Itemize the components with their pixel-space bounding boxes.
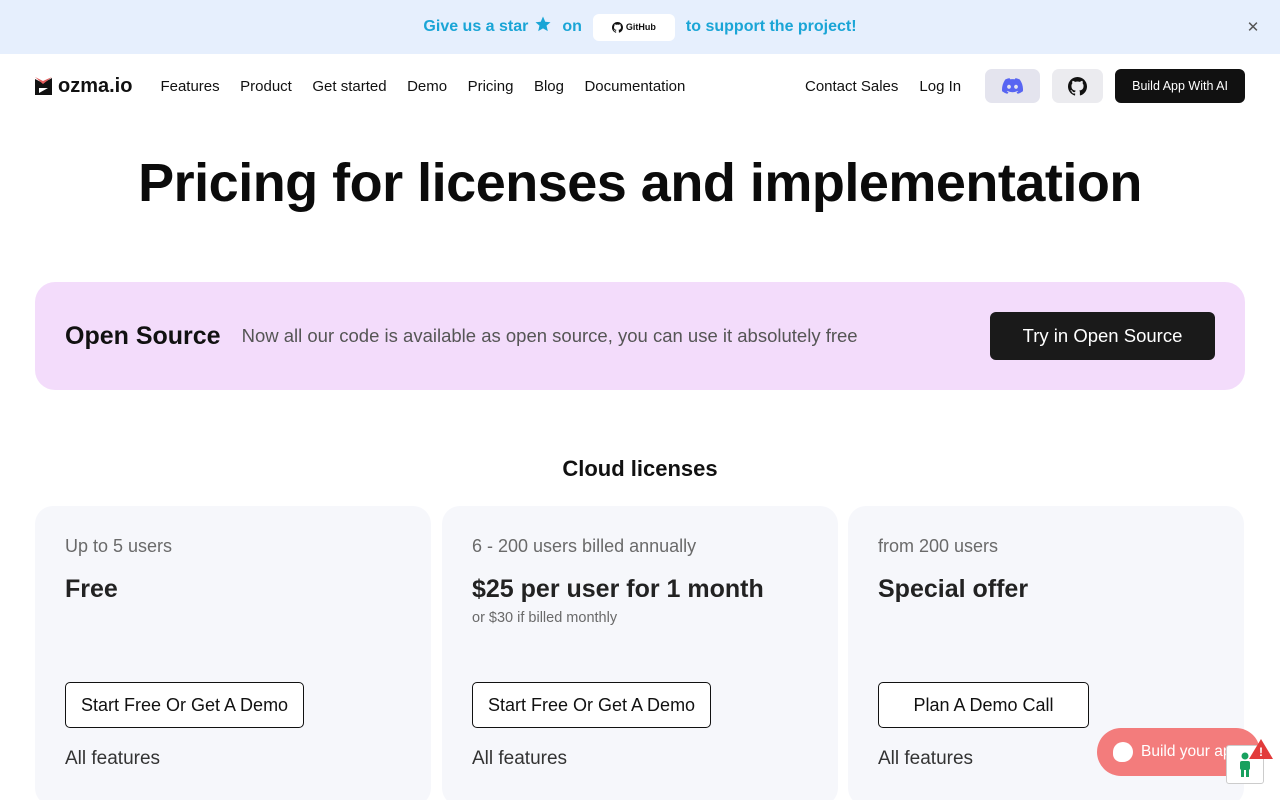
- open-source-description: Now all our code is available as open so…: [241, 325, 858, 346]
- try-open-source-button[interactable]: Try in Open Source: [990, 312, 1215, 360]
- nav-link-blog[interactable]: Blog: [534, 78, 564, 95]
- discord-icon: [1002, 78, 1024, 94]
- logo-text: ozma.io: [58, 74, 133, 97]
- card-users: Up to 5 users: [65, 536, 173, 556]
- plan-demo-call-button[interactable]: Plan A Demo Call: [878, 682, 1089, 728]
- contact-sales-link[interactable]: Contact Sales: [805, 78, 898, 95]
- nav-links: Features Product Get started Demo Pricin…: [160, 78, 705, 95]
- star-icon: [534, 15, 552, 39]
- card-price: $25 per user for 1 month: [472, 575, 764, 603]
- ozma-logo-icon: [35, 77, 52, 95]
- banner-text-after: to support the project!: [685, 18, 857, 35]
- pricing-card-standard: 6 - 200 users billed annually $25 per us…: [442, 506, 838, 800]
- build-app-with-ai-button[interactable]: Build App With AI: [1115, 69, 1245, 103]
- pricing-card-free: Up to 5 users Free Start Free Or Get A D…: [35, 506, 431, 800]
- start-free-button[interactable]: Start Free Or Get A Demo: [65, 682, 305, 728]
- banner-message: Give us a star on GitHub to support the …: [423, 13, 857, 41]
- card-features: All features: [472, 748, 568, 769]
- card-features: All features: [878, 748, 974, 769]
- nav-link-get-started[interactable]: Get started: [312, 78, 386, 95]
- open-source-title: Open Source: [65, 321, 221, 350]
- nav-link-pricing[interactable]: Pricing: [468, 78, 514, 95]
- github-mark-icon: [611, 21, 623, 33]
- nav-link-features[interactable]: Features: [160, 78, 219, 95]
- nav-actions: Contact Sales Log In Build App With AI: [805, 69, 1245, 103]
- github-badge-label: GitHub: [625, 22, 656, 32]
- banner-text-before: Give us a star: [423, 18, 529, 35]
- discord-button[interactable]: [985, 69, 1041, 103]
- announcement-banner: Give us a star on GitHub to support the …: [0, 0, 1280, 54]
- close-banner-button[interactable]: ✕: [1242, 16, 1264, 38]
- nav-link-documentation[interactable]: Documentation: [584, 78, 685, 95]
- close-icon: ✕: [1246, 19, 1260, 36]
- github-badge[interactable]: GitHub: [592, 13, 675, 41]
- page-title: Pricing for licenses and implementation: [138, 153, 1142, 213]
- cloud-licenses-title: Cloud licenses: [562, 456, 718, 481]
- warning-icon: !: [1249, 739, 1273, 759]
- start-free-button[interactable]: Start Free Or Get A Demo: [472, 682, 712, 728]
- logo[interactable]: ozma.io: [35, 75, 132, 98]
- chat-bubble-icon: [1113, 742, 1133, 762]
- card-users: 6 - 200 users billed annually: [472, 536, 697, 556]
- nav-link-product[interactable]: Product: [240, 78, 292, 95]
- card-price: Special offer: [878, 575, 1029, 603]
- card-price: Free: [65, 575, 118, 603]
- top-navigation: ozma.io Features Product Get started Dem…: [0, 54, 1280, 118]
- card-features: All features: [65, 748, 161, 769]
- banner-text-on: on: [562, 18, 582, 35]
- github-icon: [1068, 76, 1088, 96]
- warning-mark: !: [1259, 745, 1263, 759]
- github-button[interactable]: [1052, 69, 1104, 103]
- nav-link-demo[interactable]: Demo: [407, 78, 447, 95]
- card-users: from 200 users: [878, 536, 999, 556]
- login-link[interactable]: Log In: [919, 78, 961, 95]
- open-source-banner: Open Source Now all our code is availabl…: [35, 282, 1245, 390]
- card-price-note: or $30 if billed monthly: [472, 610, 618, 626]
